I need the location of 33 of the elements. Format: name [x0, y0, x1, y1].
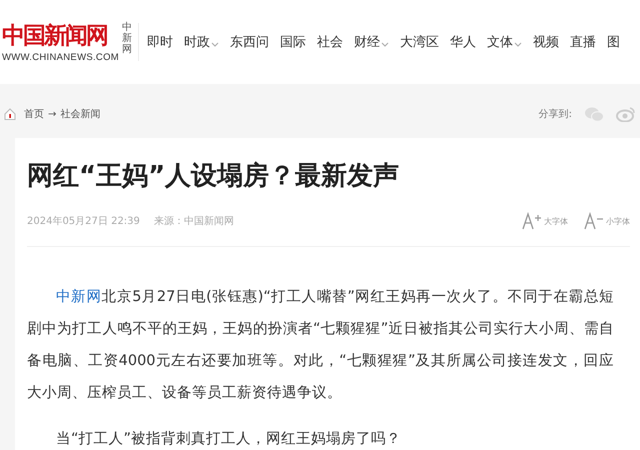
- nav-link[interactable]: 财经: [354, 33, 389, 51]
- nav-link[interactable]: 图: [606, 33, 620, 51]
- nav-link[interactable]: 文体: [486, 33, 522, 51]
- chevron-down-icon: [514, 42, 522, 46]
- logo-title[interactable]: 中国新闻网: [2, 21, 107, 51]
- chevron-down-icon: [380, 42, 389, 46]
- chat-bubbles-icon[interactable]: [584, 106, 604, 122]
- home-icon: [3, 107, 17, 121]
- breadcrumb-separator: →: [48, 108, 56, 120]
- nav-link[interactable]: 社会: [316, 33, 343, 51]
- nav-link[interactable]: 东西问: [230, 33, 269, 51]
- nav-link[interactable]: 视频: [532, 33, 559, 51]
- logo-side-text: 中新网: [122, 22, 132, 55]
- eye-logo-icon[interactable]: [616, 106, 636, 122]
- share-label: 分享到:: [538, 108, 572, 121]
- nav-link[interactable]: 大湾区: [400, 33, 439, 51]
- chevron-down-icon: [210, 42, 219, 46]
- article-paragraph: 中新网北京5月27日电(张钰惠)“打工人嘴替”网红王妈再一次火了。不同于在霸总短剧中为打工人鸣不平的王妈，王妈的扮演者“七颗猩猩”近日被指其公司实行大小周、需自备电脑、工资4000元左右还要加班等。对此，“七颗猩猩”及其所属公司接连发文，回应大小周、压榨员工、设备等员工薪资待遇争议。: [27, 288, 614, 403]
- source-link[interactable]: 中新网: [56, 289, 102, 305]
- article-title: 网红“王妈”人设塌房？最新发声: [27, 160, 400, 193]
- publish-date: 2024年05月27日 22:39: [27, 215, 140, 228]
- article-source: 来源：中国新闻网: [154, 214, 234, 228]
- nav-link[interactable]: 华人: [450, 33, 476, 51]
- breadcrumb-link[interactable]: 社会新闻: [60, 107, 100, 121]
- letter-minus-icon: [584, 212, 604, 230]
- breadcrumb-link[interactable]: 首页: [24, 107, 44, 121]
- article-paragraph: 当“打工人”被指背刺真打工人，网红王妈塌房了吗？: [55, 430, 402, 449]
- nav-link[interactable]: 国际: [280, 33, 306, 51]
- nav-link[interactable]: 时政: [184, 33, 219, 51]
- nav-link[interactable]: 直播: [570, 33, 596, 51]
- nav-link[interactable]: 即时: [146, 33, 173, 51]
- letter-plus-icon: [522, 212, 542, 230]
- logo-url: WWW.CHINANEWS.COM: [2, 52, 119, 63]
